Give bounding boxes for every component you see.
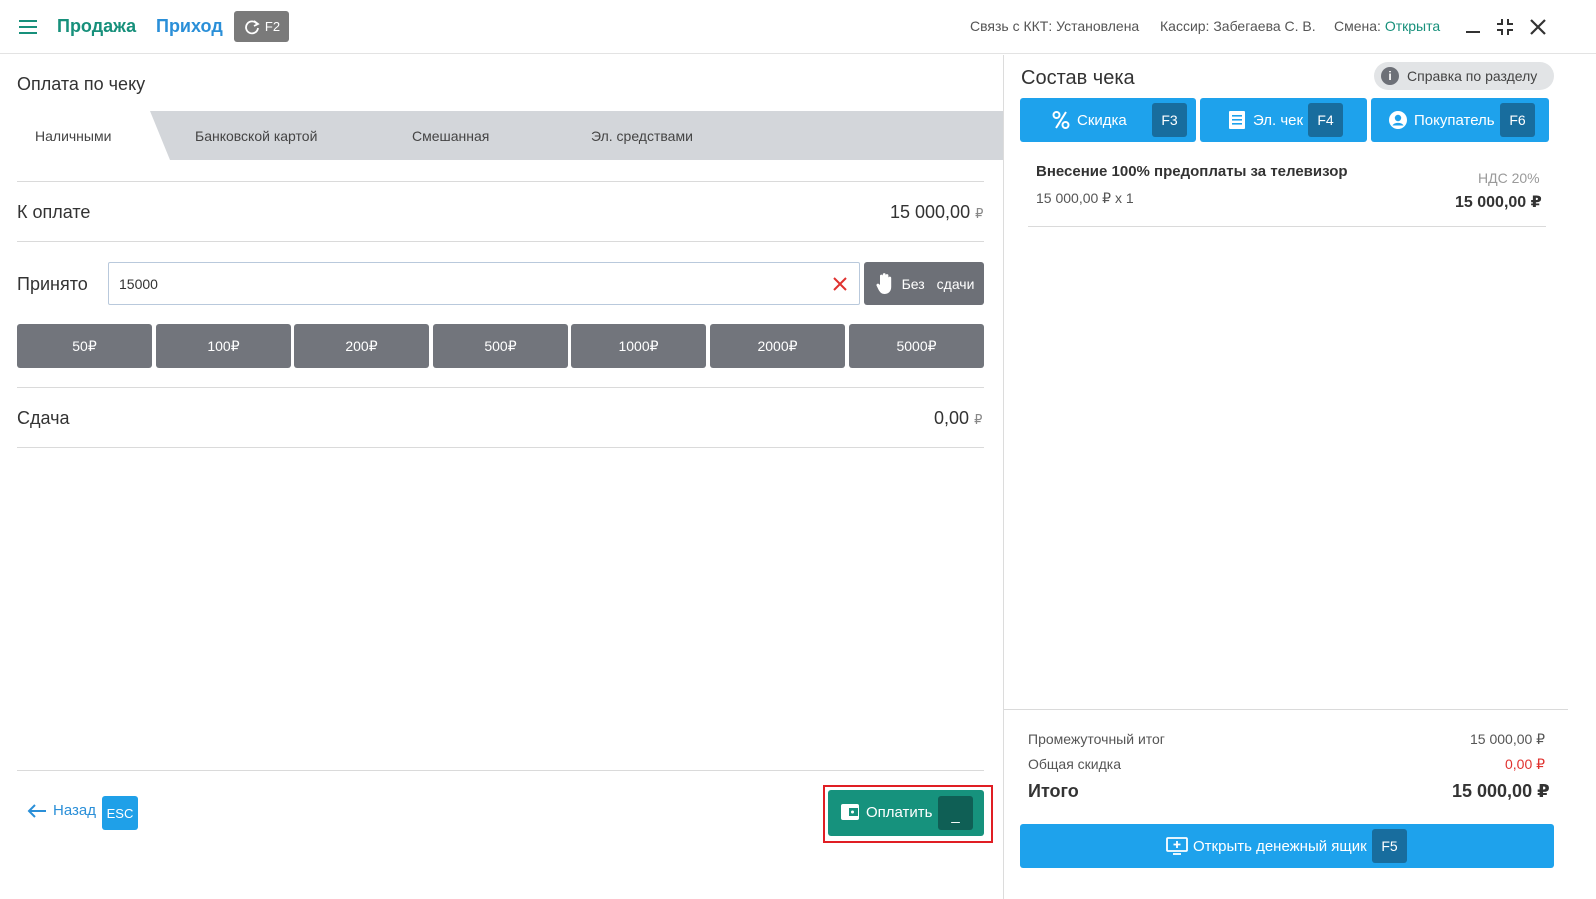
subtotal-value: 15 000,00 ₽ [1470, 731, 1546, 747]
hand-icon [874, 272, 896, 296]
switch-operation-key: F2 [264, 19, 281, 34]
amount-due-number: 15 000,00 [890, 202, 971, 222]
quick-amount-500-button[interactable]: 500₽ [433, 324, 568, 368]
tab-mixed[interactable]: Смешанная [412, 128, 489, 144]
customer-button[interactable]: Покупатель F6 [1371, 98, 1549, 142]
cashier-name: Кассир: Забегаева С. В. [1160, 18, 1316, 34]
back-label: Назад [53, 802, 96, 819]
received-amount-input[interactable] [119, 263, 809, 304]
currency-sign: ₽ [975, 206, 984, 221]
open-cash-drawer-button[interactable]: Открыть денежный ящик F5 [1020, 824, 1554, 868]
hamburger-menu-icon[interactable] [18, 17, 40, 37]
minimize-icon[interactable] [1462, 16, 1484, 38]
back-key-badge[interactable]: ESC [102, 796, 138, 830]
change-value: 0,00 ₽ [934, 408, 982, 429]
percent-icon [1052, 110, 1070, 134]
divider [17, 770, 984, 771]
section-help-label: Справка по разделу [1407, 68, 1538, 84]
arrow-left-icon [27, 803, 47, 818]
tab-electronic[interactable]: Эл. средствами [591, 128, 693, 144]
receipt-item-total: 15 000,00 ₽ [1455, 194, 1542, 211]
received-label: Принято [17, 274, 88, 294]
open-cash-drawer-label: Открыть денежный ящик [1193, 838, 1367, 855]
pay-label: Оплатить [866, 804, 933, 821]
mode-sale-label: Продажа [57, 16, 137, 36]
no-change-word-1: Без [901, 275, 925, 292]
subtotal-label: Промежуточный итог [1028, 731, 1165, 747]
user-icon [1388, 110, 1408, 134]
change-number: 0,00 [934, 408, 970, 428]
clear-input-icon[interactable] [831, 275, 849, 293]
receipt-item-name: Внесение 100% предоплаты за телевизор [1036, 163, 1348, 180]
section-help-button[interactable]: i Справка по разделу [1374, 62, 1554, 90]
panel-divider [1003, 55, 1004, 899]
quick-amount-100-button[interactable]: 100₽ [156, 324, 291, 368]
total-label: Итого [1028, 781, 1079, 801]
customer-key-badge: F6 [1500, 103, 1535, 137]
receipt-item-vat: НДС 20% [1478, 170, 1540, 186]
e-receipt-key-badge: F4 [1308, 103, 1343, 137]
receipt-item-qty: 15 000,00 ₽ x 1 [1036, 190, 1134, 206]
switch-operation-button[interactable]: F2 [234, 11, 289, 42]
total-value: 15 000,00 ₽ [1452, 781, 1550, 801]
change-label: Сдача [17, 408, 70, 428]
currency-sign: ₽ [974, 412, 983, 427]
shift-label: Смена: [1334, 18, 1381, 34]
open-cash-drawer-key-badge: F5 [1372, 829, 1407, 863]
divider [17, 181, 984, 182]
tab-bank-card[interactable]: Банковской картой [195, 128, 317, 144]
payment-method-tabs: Наличными Банковской картой Смешанная Эл… [0, 111, 1003, 160]
back-link[interactable]: Назад [27, 802, 96, 819]
receipt-icon [1228, 110, 1246, 134]
e-receipt-label: Эл. чек [1253, 112, 1304, 129]
no-change-button[interactable]: Без сдачи [864, 262, 984, 305]
exit-fullscreen-icon[interactable] [1494, 16, 1516, 38]
discount-button[interactable]: Скидка F3 [1020, 98, 1196, 142]
monitor-plus-icon [1166, 837, 1188, 855]
operation-income-label: Приход [156, 16, 223, 36]
no-change-word-2: сдачи [936, 275, 975, 292]
quick-amount-1000-button[interactable]: 1000₽ [571, 324, 706, 368]
close-icon[interactable] [1527, 16, 1549, 38]
quick-amount-5000-button[interactable]: 5000₽ [849, 324, 984, 368]
quick-amount-2000-button[interactable]: 2000₽ [710, 324, 845, 368]
quick-amount-200-button[interactable]: 200₽ [294, 324, 429, 368]
divider [1004, 709, 1568, 710]
payment-section-title: Оплата по чеку [17, 74, 146, 94]
divider [17, 447, 984, 448]
shift-value: Открыта [1384, 18, 1441, 34]
kkt-connection-status: Связь с ККТ: Установлена [970, 18, 1140, 34]
receipt-title: Состав чека [1021, 67, 1135, 89]
divider [17, 241, 984, 242]
refresh-icon [243, 18, 261, 36]
divider [17, 387, 984, 388]
pay-button[interactable]: Оплатить _ [828, 790, 984, 836]
amount-due-label: К оплате [17, 202, 91, 222]
total-discount-label: Общая скидка [1028, 756, 1122, 772]
discount-label: Скидка [1077, 112, 1127, 129]
received-amount-field[interactable] [108, 262, 860, 305]
tab-cash[interactable]: Наличными [35, 128, 111, 144]
top-bar: Продажа Приход F2 Связь с ККТ: Установле… [0, 0, 1596, 54]
e-receipt-button[interactable]: Эл. чек F4 [1200, 98, 1367, 142]
total-discount-value: 0,00 ₽ [1505, 756, 1546, 772]
amount-due-value: 15 000,00 ₽ [890, 202, 983, 223]
pay-key-badge: _ [938, 796, 973, 830]
discount-key-badge: F3 [1152, 103, 1187, 137]
shift-status: Смена: Открыта [1334, 18, 1440, 34]
customer-label: Покупатель [1414, 112, 1495, 129]
info-icon: i [1381, 67, 1399, 85]
divider [1028, 226, 1546, 227]
quick-amount-50-button[interactable]: 50₽ [17, 324, 152, 368]
wallet-icon [840, 803, 860, 821]
